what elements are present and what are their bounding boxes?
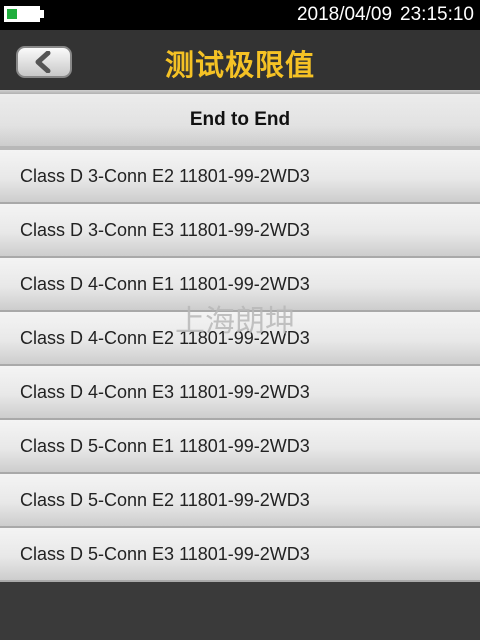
list-item[interactable]: Class D 4-Conn E1 11801-99-2WD3 <box>0 258 480 312</box>
list-item[interactable]: Class D 5-Conn E3 11801-99-2WD3 <box>0 528 480 582</box>
status-time: 23:15:10 <box>400 4 474 25</box>
page-title: 测试极限值 <box>164 48 315 82</box>
section-label: End to End <box>189 109 291 130</box>
battery-icon <box>4 6 40 22</box>
list-item-label: Class D 3-Conn E2 11801-99-2WD3 <box>20 166 310 186</box>
list-item[interactable]: Class D 4-Conn E2 11801-99-2WD3 <box>0 312 480 366</box>
status-bar: 2018/04/09 23:15:10 <box>0 0 480 30</box>
list-item[interactable]: Class D 5-Conn E1 11801-99-2WD3 <box>0 420 480 474</box>
list-item-label: Class D 5-Conn E2 11801-99-2WD3 <box>20 490 310 510</box>
app-header: 测试极限值 <box>0 30 480 90</box>
list-item-label: Class D 4-Conn E1 11801-99-2WD3 <box>20 274 310 294</box>
status-date: 2018/04/09 <box>296 4 393 25</box>
battery-tip <box>40 10 44 18</box>
limit-list: Class D 3-Conn E2 11801-99-2WD3 Class D … <box>0 150 480 582</box>
status-clock: 2018/04/09 23:15:10 <box>297 3 474 27</box>
section-header: End to End <box>0 94 480 150</box>
list-item[interactable]: Class D 3-Conn E3 11801-99-2WD3 <box>0 204 480 258</box>
list-item-label: Class D 4-Conn E2 11801-99-2WD3 <box>20 328 310 348</box>
list-item[interactable]: Class D 5-Conn E2 11801-99-2WD3 <box>0 474 480 528</box>
list-item-label: Class D 3-Conn E3 11801-99-2WD3 <box>20 220 310 240</box>
list-item-label: Class D 5-Conn E1 11801-99-2WD3 <box>20 436 310 456</box>
list-item-label: Class D 5-Conn E3 11801-99-2WD3 <box>20 544 310 564</box>
battery-level-fill <box>7 9 17 19</box>
list-item-label: Class D 4-Conn E3 11801-99-2WD3 <box>20 382 310 402</box>
list-item[interactable]: Class D 3-Conn E2 11801-99-2WD3 <box>0 150 480 204</box>
footer-bar <box>0 582 480 640</box>
list-item[interactable]: Class D 4-Conn E3 11801-99-2WD3 <box>0 366 480 420</box>
